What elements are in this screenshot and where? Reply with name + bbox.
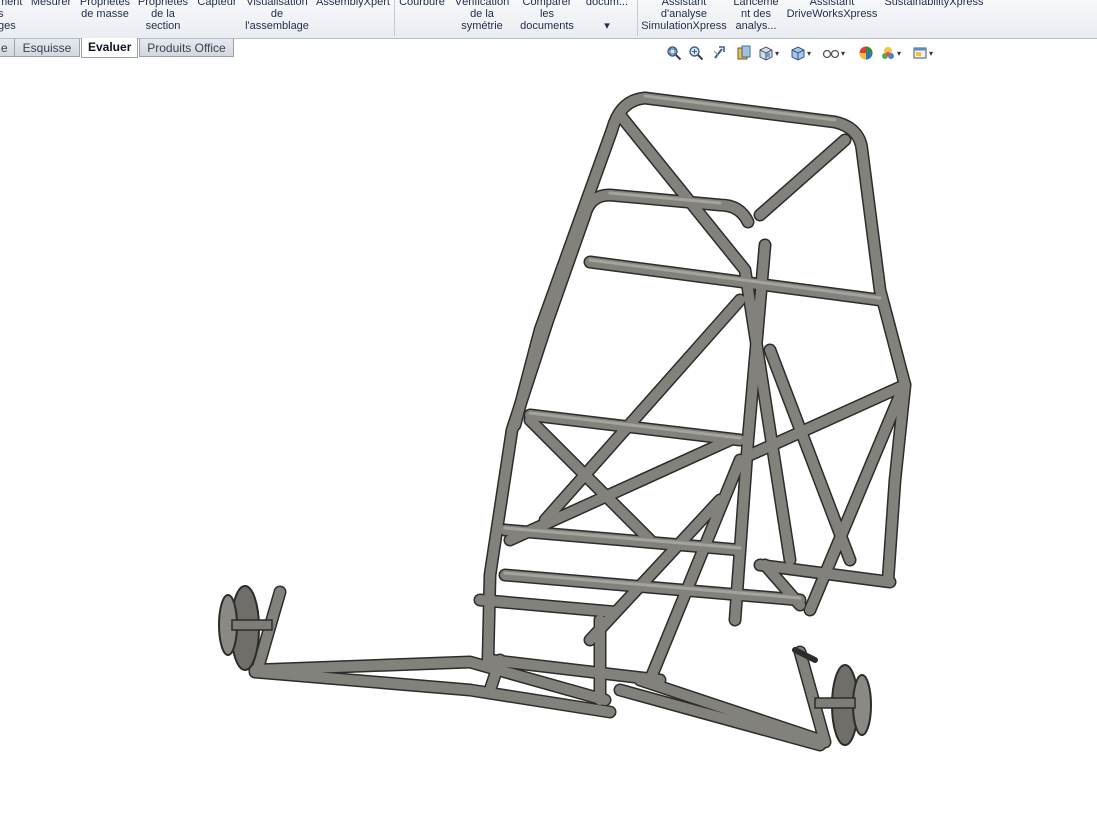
driveworksxpress-button[interactable]: Assistant DriveWorksXpress (784, 0, 880, 20)
documents-dropdown-button[interactable]: docum... ▾ (580, 0, 634, 32)
section-properties-button[interactable]: Propriétés de la section (134, 0, 192, 32)
simulationxpress-button[interactable]: Assistant d'analyse SimulationXpress (640, 0, 728, 32)
tab-sketch[interactable]: Esquisse (14, 39, 80, 57)
graphics-area[interactable] (0, 60, 1097, 825)
assemblyxpert-button[interactable]: AssemblyXpert (314, 0, 392, 8)
compare-documents-button[interactable]: Comparer les documents (516, 0, 578, 32)
command-manager-ribbon: ment s ges Mesurer Propriétés de masse P… (0, 0, 1097, 39)
assembly-visualization-button[interactable]: Visualisation de l'assemblage (240, 0, 314, 32)
measure-button[interactable]: Mesurer (28, 0, 74, 8)
mass-properties-button[interactable]: Propriétés de masse (76, 0, 134, 20)
symmetry-check-button[interactable]: Vérification de la symétrie (450, 0, 514, 32)
curvature-button[interactable]: Courbure (396, 0, 448, 8)
sensor-button[interactable]: Capteur (194, 0, 240, 8)
ribbon-separator (637, 0, 638, 36)
chassis-frame-model (218, 91, 912, 752)
tab-evaluate[interactable]: Evaluer (81, 38, 138, 58)
ribbon-separator (394, 0, 395, 36)
tab-office-products[interactable]: Produits Office (139, 39, 234, 57)
sustainabilityxpress-button[interactable]: SustainabilityXpress (882, 0, 986, 8)
ribbon-item-cropped[interactable]: ment s ges (0, 0, 22, 32)
launch-analysis-button[interactable]: Lanceme nt des analys... (730, 0, 782, 32)
